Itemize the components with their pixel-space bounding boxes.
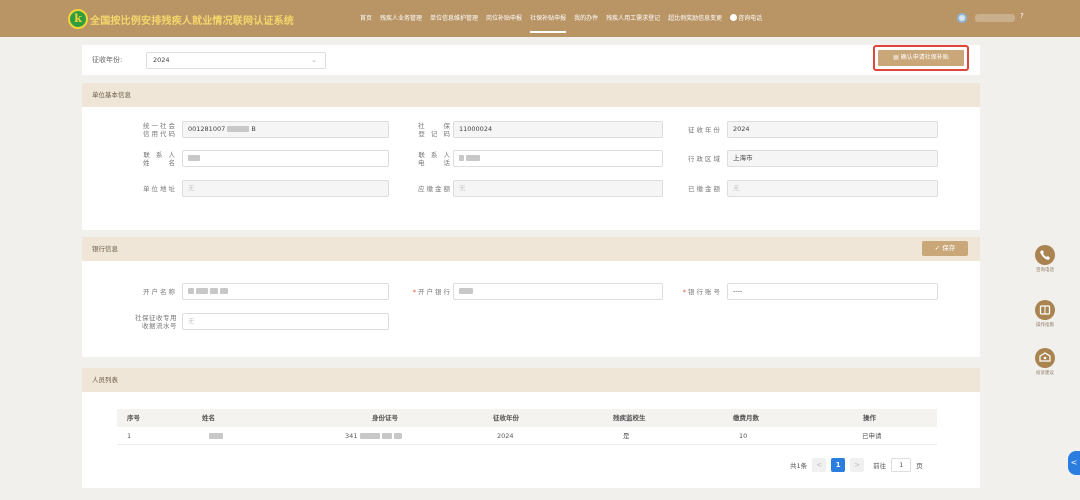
receipt-serial-label: 社保征收专用 收据流水号 bbox=[135, 314, 177, 330]
cell-action-status[interactable]: 已申请 bbox=[862, 427, 882, 445]
contact-phone-field[interactable] bbox=[453, 150, 663, 167]
confirm-highlight: ▤ 确认申请社保补贴 bbox=[873, 45, 969, 71]
nav-employment-demand[interactable]: 残疾人用工需求登记 bbox=[606, 0, 660, 37]
cell-name bbox=[209, 427, 223, 445]
cell-id-number: 341 bbox=[345, 427, 402, 445]
user-avatar-icon[interactable] bbox=[957, 13, 967, 23]
pager-prev-button[interactable]: < bbox=[812, 458, 827, 472]
tool-feedback[interactable]: 投诉建议 bbox=[1025, 348, 1065, 376]
feedback-icon bbox=[1035, 348, 1055, 368]
account-name-label: 开户名称 bbox=[143, 288, 177, 296]
col-months: 缴费月数 bbox=[733, 414, 759, 422]
cell-disabled-flag: 是 bbox=[623, 432, 630, 440]
col-id-number: 身份证号 bbox=[372, 414, 398, 422]
year-filter-bar: 征收年份: 2024 ⌄ ▤ 确认申请社保补贴 bbox=[82, 45, 980, 75]
district-label: 行政区域 bbox=[688, 155, 722, 163]
save-button[interactable]: ✓ 保存 bbox=[922, 241, 968, 256]
nav-hotline[interactable]: 咨询电话 bbox=[730, 0, 762, 37]
district-field[interactable]: 上海市 bbox=[727, 150, 938, 167]
nav-my-cases[interactable]: 我的办件 bbox=[574, 0, 598, 37]
unit-info-title: 单位基本信息 bbox=[82, 83, 980, 107]
people-list-title: 人员列表 bbox=[82, 368, 980, 392]
system-logo-icon: k bbox=[68, 9, 88, 29]
pager-page-1[interactable]: 1 bbox=[831, 458, 846, 472]
pager-goto-label: 前往 bbox=[873, 462, 887, 470]
account-name-field[interactable] bbox=[182, 283, 389, 300]
unit-info-card: 单位基本信息 统一社会 信用代码 001281007 B 社 保登 记 码 110… bbox=[82, 83, 980, 230]
cell-year: 2024 bbox=[497, 432, 514, 440]
col-disabled-flag: 残疾监校生 bbox=[613, 414, 646, 422]
nav-reward-change[interactable]: 超比例奖励信息变更 bbox=[668, 0, 722, 37]
table-header: 序号 姓名 身份证号 征收年份 残疾监校生 缴费月数 操作 bbox=[117, 409, 937, 427]
tool-manual[interactable]: 操作指南 bbox=[1025, 300, 1065, 328]
nav-unit-info-maintenance[interactable]: 单位信息维护管理 bbox=[430, 0, 478, 37]
confirm-apply-button[interactable]: ▤ 确认申请社保补贴 bbox=[878, 50, 964, 66]
social-reg-label: 社 保登 记 码 bbox=[418, 122, 452, 138]
col-no: 序号 bbox=[127, 414, 140, 422]
collection-year-label: 征收年份 bbox=[688, 126, 722, 134]
top-header: k 全国按比例安排残疾人就业情况联网认证系统 首页 残疾人业务管理 单位信息维护… bbox=[0, 0, 1080, 37]
cell-no: 1 bbox=[127, 432, 132, 440]
contact-phone-label: 联 系 人电 话 bbox=[418, 151, 452, 167]
year-filter-label: 征收年份: bbox=[92, 56, 123, 64]
save-label: 保存 bbox=[942, 244, 956, 252]
receipt-serial-field[interactable]: 无 bbox=[182, 313, 389, 330]
bank-info-card: 银行信息 ✓ 保存 开户名称 *开户银行 *银行账号 ---- 社保征收专用 收据… bbox=[82, 237, 980, 357]
pagination: 共1条 < 1 > 前往 1 页 bbox=[790, 458, 923, 472]
pager-goto-input[interactable]: 1 bbox=[891, 458, 912, 472]
chevron-down-icon: ⌄ bbox=[311, 56, 317, 64]
nav-disabled-person-management[interactable]: 残疾人业务管理 bbox=[380, 0, 422, 37]
cell-months: 10 bbox=[739, 432, 748, 440]
pager-total: 共1条 bbox=[790, 462, 808, 470]
year-select-value: 2024 bbox=[153, 56, 170, 64]
col-action: 操作 bbox=[863, 414, 876, 422]
tool-manual-label: 操作指南 bbox=[1036, 323, 1054, 328]
tool-hotline[interactable]: 咨询电话 bbox=[1025, 245, 1065, 273]
bank-info-header: 银行信息 ✓ 保存 bbox=[82, 237, 980, 261]
phone-icon bbox=[1035, 245, 1055, 265]
pager-next-button[interactable]: > bbox=[850, 458, 865, 472]
collection-year-field[interactable]: 2024 bbox=[727, 121, 938, 138]
manual-icon bbox=[1035, 300, 1055, 320]
nav-social-security-subsidy[interactable]: 社保补贴申报 bbox=[530, 0, 567, 37]
address-label: 单位地址 bbox=[143, 185, 177, 193]
nav-home[interactable]: 首页 bbox=[360, 0, 372, 37]
credit-code-field[interactable]: 001281007 B bbox=[182, 121, 389, 138]
paid-amount-field[interactable]: 无 bbox=[727, 180, 938, 197]
account-number-label: *银行账号 bbox=[682, 288, 722, 296]
document-icon: ▤ bbox=[893, 54, 901, 61]
nav-hotline-label: 咨询电话 bbox=[738, 15, 763, 22]
phone-icon bbox=[730, 14, 738, 21]
tool-feedback-label: 投诉建议 bbox=[1036, 371, 1054, 376]
payable-amount-field[interactable]: 无 bbox=[453, 180, 663, 197]
main-nav: 首页 残疾人业务管理 单位信息维护管理 岗位补贴申报 社保补贴申报 我的办件 残… bbox=[360, 0, 762, 37]
help-icon[interactable]: ? bbox=[1020, 12, 1024, 20]
nav-post-subsidy[interactable]: 岗位补贴申报 bbox=[486, 0, 522, 37]
app-title: 全国按比例安排残疾人就业情况联网认证系统 bbox=[90, 16, 294, 27]
account-number-field[interactable]: ---- bbox=[727, 283, 938, 300]
bank-info-title: 银行信息 bbox=[92, 245, 118, 253]
user-name-redacted[interactable] bbox=[975, 14, 1015, 22]
col-name: 姓名 bbox=[202, 414, 215, 422]
pager-unit: 页 bbox=[916, 462, 923, 470]
contact-name-label: 联 系 人姓 名 bbox=[143, 151, 177, 167]
bank-field[interactable] bbox=[453, 283, 663, 300]
payable-amount-label: 应缴金额 bbox=[418, 185, 452, 193]
paid-amount-label: 已缴金额 bbox=[688, 185, 722, 193]
bank-label: *开户银行 bbox=[412, 288, 452, 296]
credit-code-label: 统一社会 信用代码 bbox=[143, 122, 177, 138]
address-field[interactable]: 无 bbox=[182, 180, 389, 197]
side-collapse-tab[interactable]: < bbox=[1068, 451, 1080, 475]
contact-name-field[interactable] bbox=[182, 150, 389, 167]
year-select[interactable]: 2024 ⌄ bbox=[146, 52, 326, 69]
social-reg-field[interactable]: 11000024 bbox=[453, 121, 663, 138]
col-year: 征收年份 bbox=[493, 414, 519, 422]
table-row: 1 341 2024 是 10 已申请 bbox=[117, 427, 937, 445]
tool-hotline-label: 咨询电话 bbox=[1036, 268, 1054, 273]
confirm-apply-label: 确认申请社保补贴 bbox=[900, 54, 949, 61]
